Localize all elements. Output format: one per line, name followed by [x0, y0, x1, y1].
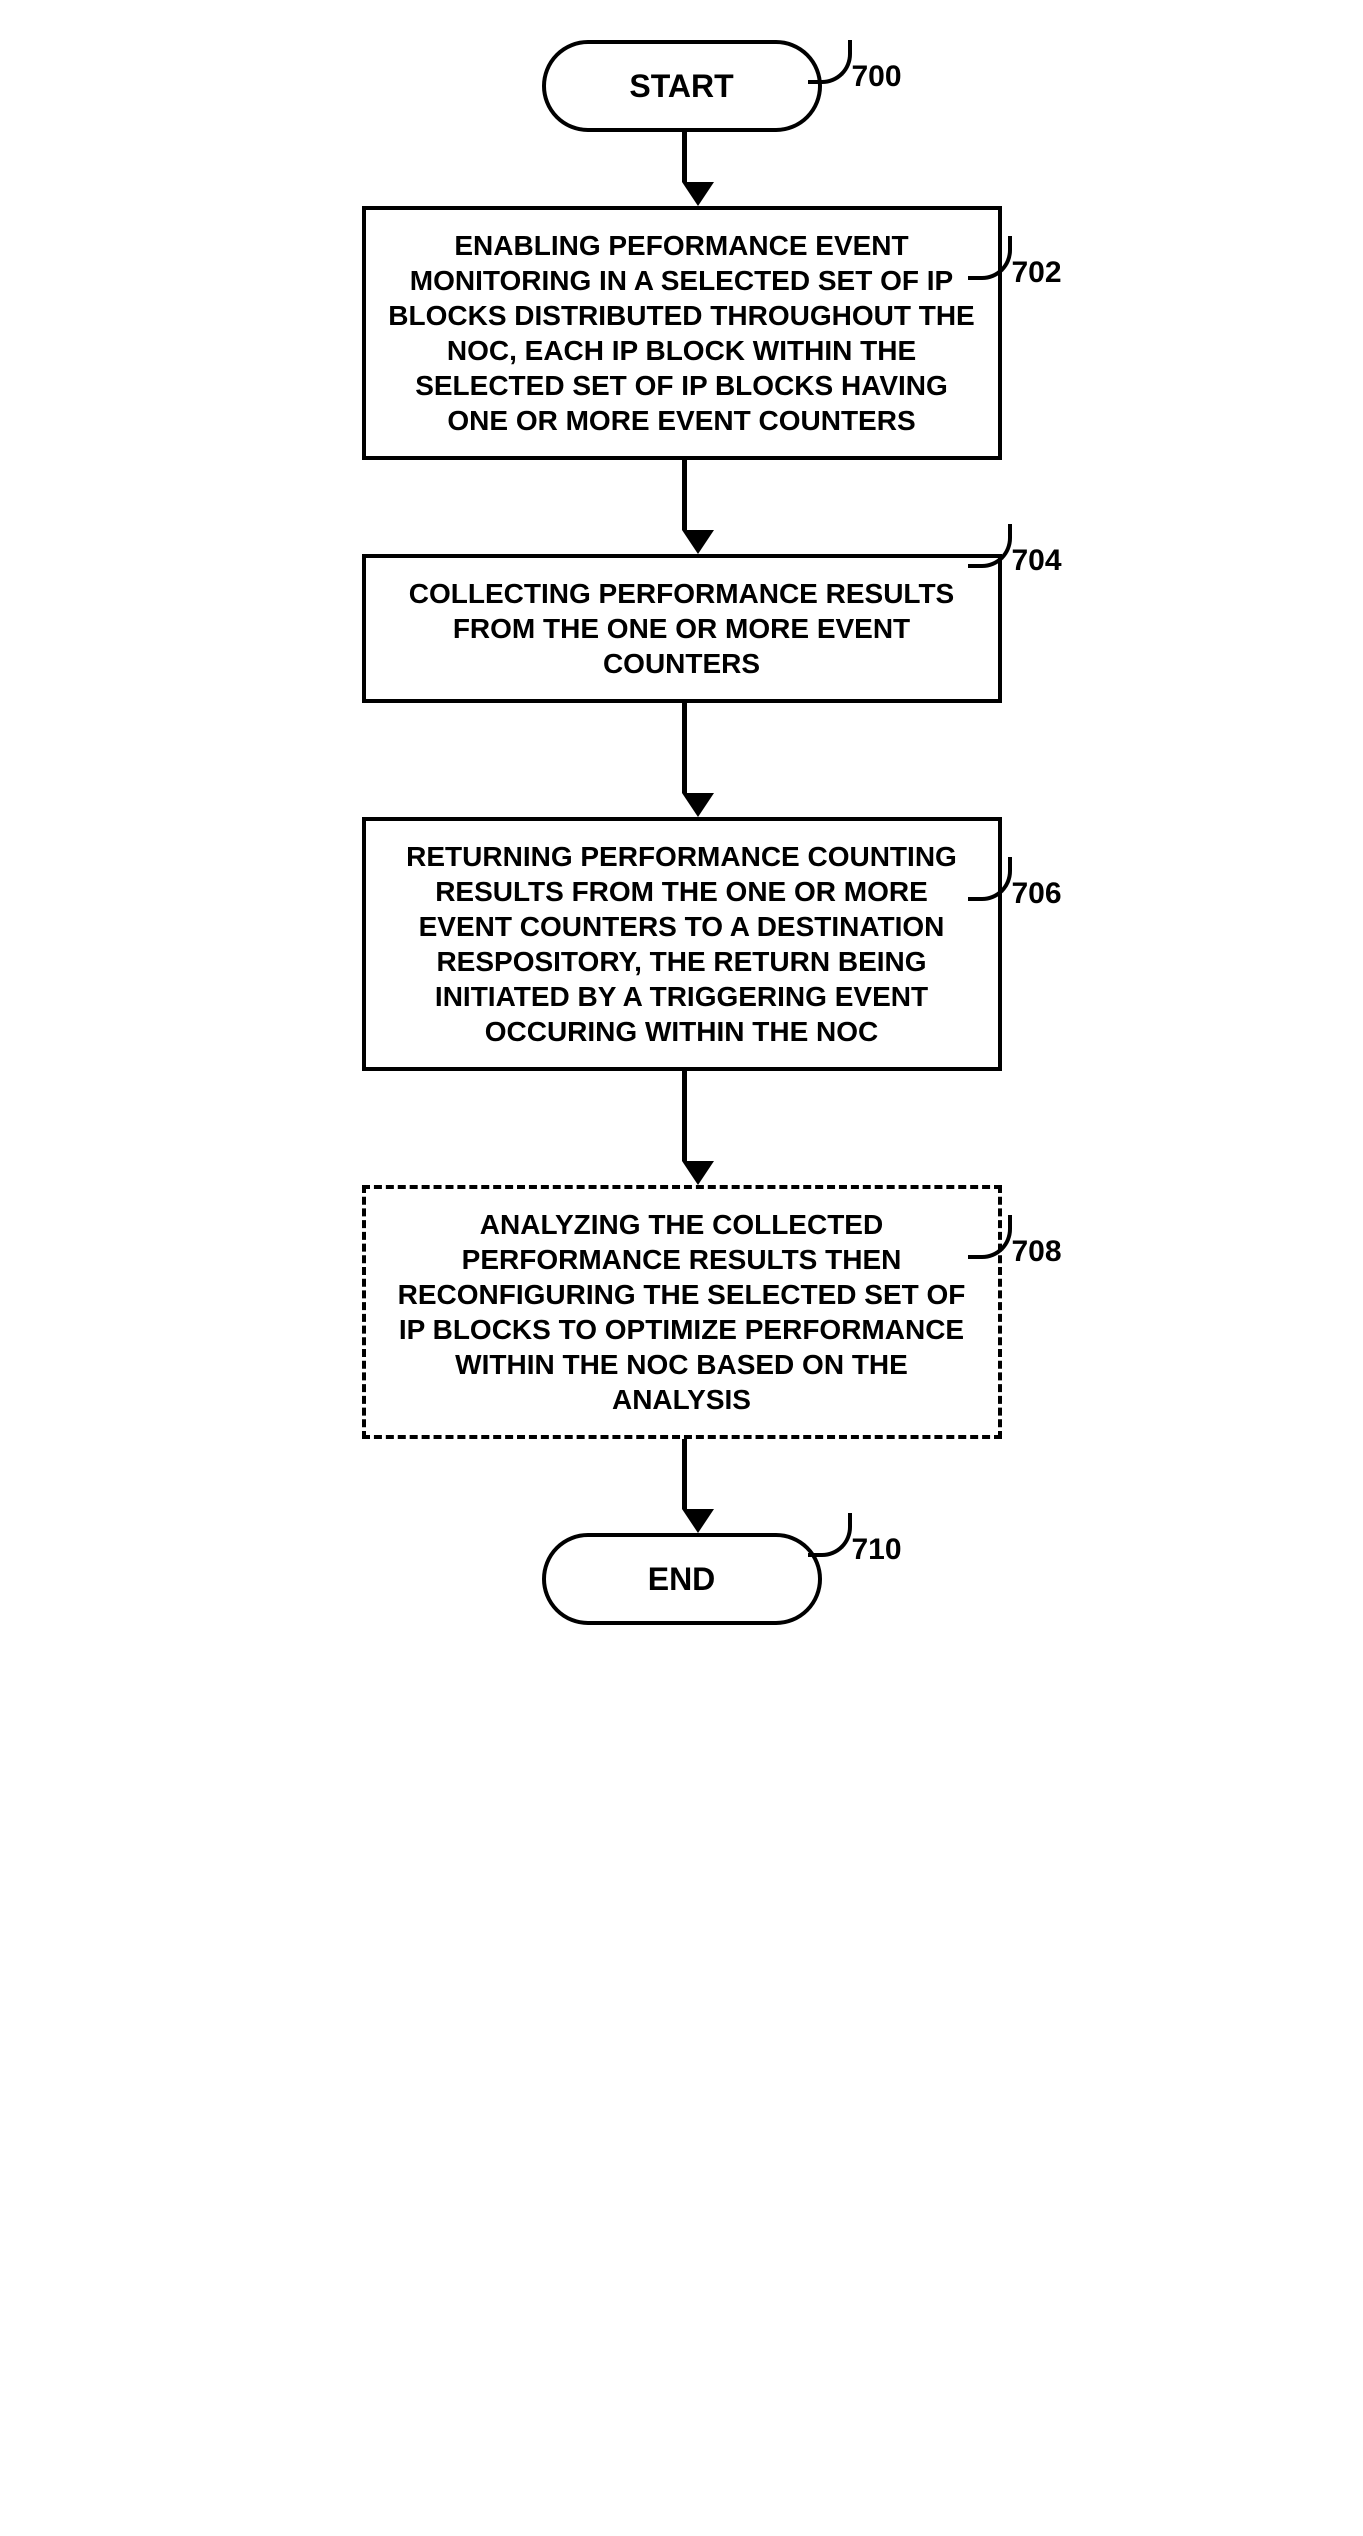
- hook-icon: [968, 236, 1012, 280]
- step-706: RETURNING PERFORMANCE COUNTING RESULTS F…: [362, 817, 1002, 1071]
- label-710-text: 710: [852, 1533, 902, 1566]
- label-708: 708: [1012, 1235, 1062, 1269]
- hook-icon: [968, 857, 1012, 901]
- row-708: ANALYZING THE COLLECTED PERFORMANCE RESU…: [292, 1185, 1072, 1439]
- hook-icon: [968, 524, 1012, 568]
- label-710: 710: [852, 1533, 902, 1567]
- row-704: COLLECTING PERFORMANCE RESULTS FROM THE …: [292, 554, 1072, 703]
- hook-icon: [808, 1513, 852, 1557]
- label-702: 702: [1012, 256, 1062, 290]
- hook-icon: [968, 1215, 1012, 1259]
- row-end: END 710: [292, 1533, 1072, 1625]
- label-704-text: 704: [1012, 544, 1062, 577]
- label-702-text: 702: [1012, 256, 1062, 289]
- hook-icon: [808, 40, 852, 84]
- label-708-text: 708: [1012, 1235, 1062, 1268]
- flowchart: START 700 ENABLING PEFORMANCE EVENT MONI…: [292, 40, 1072, 1625]
- step-704: COLLECTING PERFORMANCE RESULTS FROM THE …: [362, 554, 1002, 703]
- row-start: START 700: [292, 40, 1072, 132]
- row-702: ENABLING PEFORMANCE EVENT MONITORING IN …: [292, 206, 1072, 460]
- label-700: 700: [852, 60, 902, 94]
- step-708: ANALYZING THE COLLECTED PERFORMANCE RESU…: [362, 1185, 1002, 1439]
- end-node: END: [542, 1533, 822, 1625]
- row-706: RETURNING PERFORMANCE COUNTING RESULTS F…: [292, 817, 1072, 1071]
- step-702: ENABLING PEFORMANCE EVENT MONITORING IN …: [362, 206, 1002, 460]
- label-704: 704: [1012, 544, 1062, 578]
- start-node: START: [542, 40, 822, 132]
- label-706: 706: [1012, 877, 1062, 911]
- label-700-text: 700: [852, 60, 902, 93]
- label-706-text: 706: [1012, 877, 1062, 910]
